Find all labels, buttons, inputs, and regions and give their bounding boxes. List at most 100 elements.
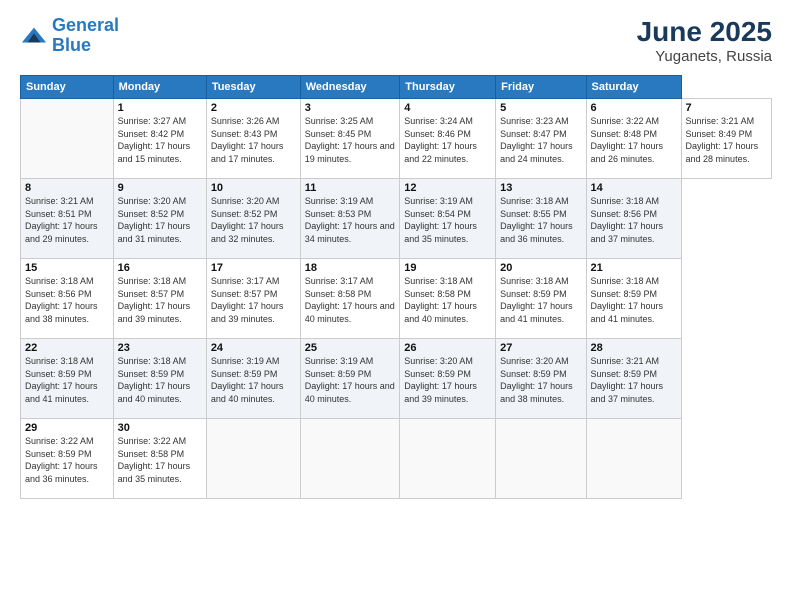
calendar-week-row: 22Sunrise: 3:18 AMSunset: 8:59 PMDayligh… xyxy=(21,339,772,419)
logo-line1: General xyxy=(52,15,119,35)
page: General Blue June 2025 Yuganets, Russia … xyxy=(0,0,792,612)
logo-line2: Blue xyxy=(52,35,91,55)
day-number: 12 xyxy=(404,182,491,194)
day-info: Sunrise: 3:20 AMSunset: 8:52 PMDaylight:… xyxy=(118,195,202,245)
table-row: 8Sunrise: 3:21 AMSunset: 8:51 PMDaylight… xyxy=(21,179,114,259)
table-row: 24Sunrise: 3:19 AMSunset: 8:59 PMDayligh… xyxy=(206,339,300,419)
day-number: 8 xyxy=(25,182,109,194)
calendar-title: June 2025 xyxy=(637,16,772,48)
table-row xyxy=(206,419,300,499)
day-number: 21 xyxy=(591,262,677,274)
table-row: 10Sunrise: 3:20 AMSunset: 8:52 PMDayligh… xyxy=(206,179,300,259)
table-row: 14Sunrise: 3:18 AMSunset: 8:56 PMDayligh… xyxy=(586,179,681,259)
col-wednesday: Wednesday xyxy=(300,76,400,99)
header: General Blue June 2025 Yuganets, Russia xyxy=(20,16,772,65)
table-row: 16Sunrise: 3:18 AMSunset: 8:57 PMDayligh… xyxy=(113,259,206,339)
day-number: 18 xyxy=(305,262,396,274)
day-number: 5 xyxy=(500,102,581,114)
day-number: 6 xyxy=(591,102,677,114)
col-monday: Monday xyxy=(113,76,206,99)
day-number: 4 xyxy=(404,102,491,114)
table-row: 26Sunrise: 3:20 AMSunset: 8:59 PMDayligh… xyxy=(400,339,496,419)
col-thursday: Thursday xyxy=(400,76,496,99)
table-row xyxy=(496,419,586,499)
table-row: 3Sunrise: 3:25 AMSunset: 8:45 PMDaylight… xyxy=(300,99,400,179)
table-row: 27Sunrise: 3:20 AMSunset: 8:59 PMDayligh… xyxy=(496,339,586,419)
day-number: 15 xyxy=(25,262,109,274)
calendar-week-row: 8Sunrise: 3:21 AMSunset: 8:51 PMDaylight… xyxy=(21,179,772,259)
day-info: Sunrise: 3:18 AMSunset: 8:59 PMDaylight:… xyxy=(591,275,677,325)
day-info: Sunrise: 3:20 AMSunset: 8:52 PMDaylight:… xyxy=(211,195,296,245)
day-info: Sunrise: 3:22 AMSunset: 8:48 PMDaylight:… xyxy=(591,115,677,165)
table-row: 4Sunrise: 3:24 AMSunset: 8:46 PMDaylight… xyxy=(400,99,496,179)
calendar-table: Sunday Monday Tuesday Wednesday Thursday… xyxy=(20,75,772,499)
logo-icon xyxy=(20,22,48,50)
day-info: Sunrise: 3:18 AMSunset: 8:59 PMDaylight:… xyxy=(500,275,581,325)
logo: General Blue xyxy=(20,16,119,56)
day-info: Sunrise: 3:20 AMSunset: 8:59 PMDaylight:… xyxy=(500,355,581,405)
col-tuesday: Tuesday xyxy=(206,76,300,99)
table-row xyxy=(586,419,681,499)
col-saturday: Saturday xyxy=(586,76,681,99)
table-row: 9Sunrise: 3:20 AMSunset: 8:52 PMDaylight… xyxy=(113,179,206,259)
table-row: 21Sunrise: 3:18 AMSunset: 8:59 PMDayligh… xyxy=(586,259,681,339)
day-number: 22 xyxy=(25,342,109,354)
day-info: Sunrise: 3:18 AMSunset: 8:58 PMDaylight:… xyxy=(404,275,491,325)
table-row xyxy=(400,419,496,499)
day-number: 2 xyxy=(211,102,296,114)
day-number: 23 xyxy=(118,342,202,354)
day-info: Sunrise: 3:22 AMSunset: 8:58 PMDaylight:… xyxy=(118,435,202,485)
table-row: 11Sunrise: 3:19 AMSunset: 8:53 PMDayligh… xyxy=(300,179,400,259)
day-number: 9 xyxy=(118,182,202,194)
day-info: Sunrise: 3:18 AMSunset: 8:55 PMDaylight:… xyxy=(500,195,581,245)
day-number: 1 xyxy=(118,102,202,114)
table-row: 7Sunrise: 3:21 AMSunset: 8:49 PMDaylight… xyxy=(681,99,771,179)
day-number: 7 xyxy=(686,102,767,114)
day-number: 17 xyxy=(211,262,296,274)
day-info: Sunrise: 3:23 AMSunset: 8:47 PMDaylight:… xyxy=(500,115,581,165)
calendar-week-row: 1Sunrise: 3:27 AMSunset: 8:42 PMDaylight… xyxy=(21,99,772,179)
table-row xyxy=(300,419,400,499)
calendar-week-row: 15Sunrise: 3:18 AMSunset: 8:56 PMDayligh… xyxy=(21,259,772,339)
day-info: Sunrise: 3:19 AMSunset: 8:54 PMDaylight:… xyxy=(404,195,491,245)
table-row: 12Sunrise: 3:19 AMSunset: 8:54 PMDayligh… xyxy=(400,179,496,259)
day-number: 24 xyxy=(211,342,296,354)
day-number: 20 xyxy=(500,262,581,274)
day-number: 29 xyxy=(25,422,109,434)
day-info: Sunrise: 3:19 AMSunset: 8:59 PMDaylight:… xyxy=(305,355,396,405)
logo-text: General Blue xyxy=(52,16,119,56)
day-number: 30 xyxy=(118,422,202,434)
day-info: Sunrise: 3:17 AMSunset: 8:58 PMDaylight:… xyxy=(305,275,396,325)
table-row: 19Sunrise: 3:18 AMSunset: 8:58 PMDayligh… xyxy=(400,259,496,339)
day-number: 16 xyxy=(118,262,202,274)
table-row: 6Sunrise: 3:22 AMSunset: 8:48 PMDaylight… xyxy=(586,99,681,179)
day-info: Sunrise: 3:25 AMSunset: 8:45 PMDaylight:… xyxy=(305,115,396,165)
empty-cell xyxy=(21,99,114,179)
col-friday: Friday xyxy=(496,76,586,99)
day-info: Sunrise: 3:21 AMSunset: 8:49 PMDaylight:… xyxy=(686,115,767,165)
calendar-week-row: 29Sunrise: 3:22 AMSunset: 8:59 PMDayligh… xyxy=(21,419,772,499)
table-row: 17Sunrise: 3:17 AMSunset: 8:57 PMDayligh… xyxy=(206,259,300,339)
table-row: 30Sunrise: 3:22 AMSunset: 8:58 PMDayligh… xyxy=(113,419,206,499)
table-row: 23Sunrise: 3:18 AMSunset: 8:59 PMDayligh… xyxy=(113,339,206,419)
table-row: 5Sunrise: 3:23 AMSunset: 8:47 PMDaylight… xyxy=(496,99,586,179)
day-number: 26 xyxy=(404,342,491,354)
title-block: June 2025 Yuganets, Russia xyxy=(637,16,772,65)
table-row: 15Sunrise: 3:18 AMSunset: 8:56 PMDayligh… xyxy=(21,259,114,339)
table-row: 22Sunrise: 3:18 AMSunset: 8:59 PMDayligh… xyxy=(21,339,114,419)
day-info: Sunrise: 3:27 AMSunset: 8:42 PMDaylight:… xyxy=(118,115,202,165)
day-number: 25 xyxy=(305,342,396,354)
table-row: 28Sunrise: 3:21 AMSunset: 8:59 PMDayligh… xyxy=(586,339,681,419)
table-row: 1Sunrise: 3:27 AMSunset: 8:42 PMDaylight… xyxy=(113,99,206,179)
table-row: 2Sunrise: 3:26 AMSunset: 8:43 PMDaylight… xyxy=(206,99,300,179)
day-info: Sunrise: 3:18 AMSunset: 8:57 PMDaylight:… xyxy=(118,275,202,325)
table-row: 25Sunrise: 3:19 AMSunset: 8:59 PMDayligh… xyxy=(300,339,400,419)
day-info: Sunrise: 3:18 AMSunset: 8:56 PMDaylight:… xyxy=(25,275,109,325)
day-number: 27 xyxy=(500,342,581,354)
calendar-header-row: Sunday Monday Tuesday Wednesday Thursday… xyxy=(21,76,772,99)
day-info: Sunrise: 3:22 AMSunset: 8:59 PMDaylight:… xyxy=(25,435,109,485)
table-row: 29Sunrise: 3:22 AMSunset: 8:59 PMDayligh… xyxy=(21,419,114,499)
col-sunday: Sunday xyxy=(21,76,114,99)
day-info: Sunrise: 3:24 AMSunset: 8:46 PMDaylight:… xyxy=(404,115,491,165)
day-number: 3 xyxy=(305,102,396,114)
